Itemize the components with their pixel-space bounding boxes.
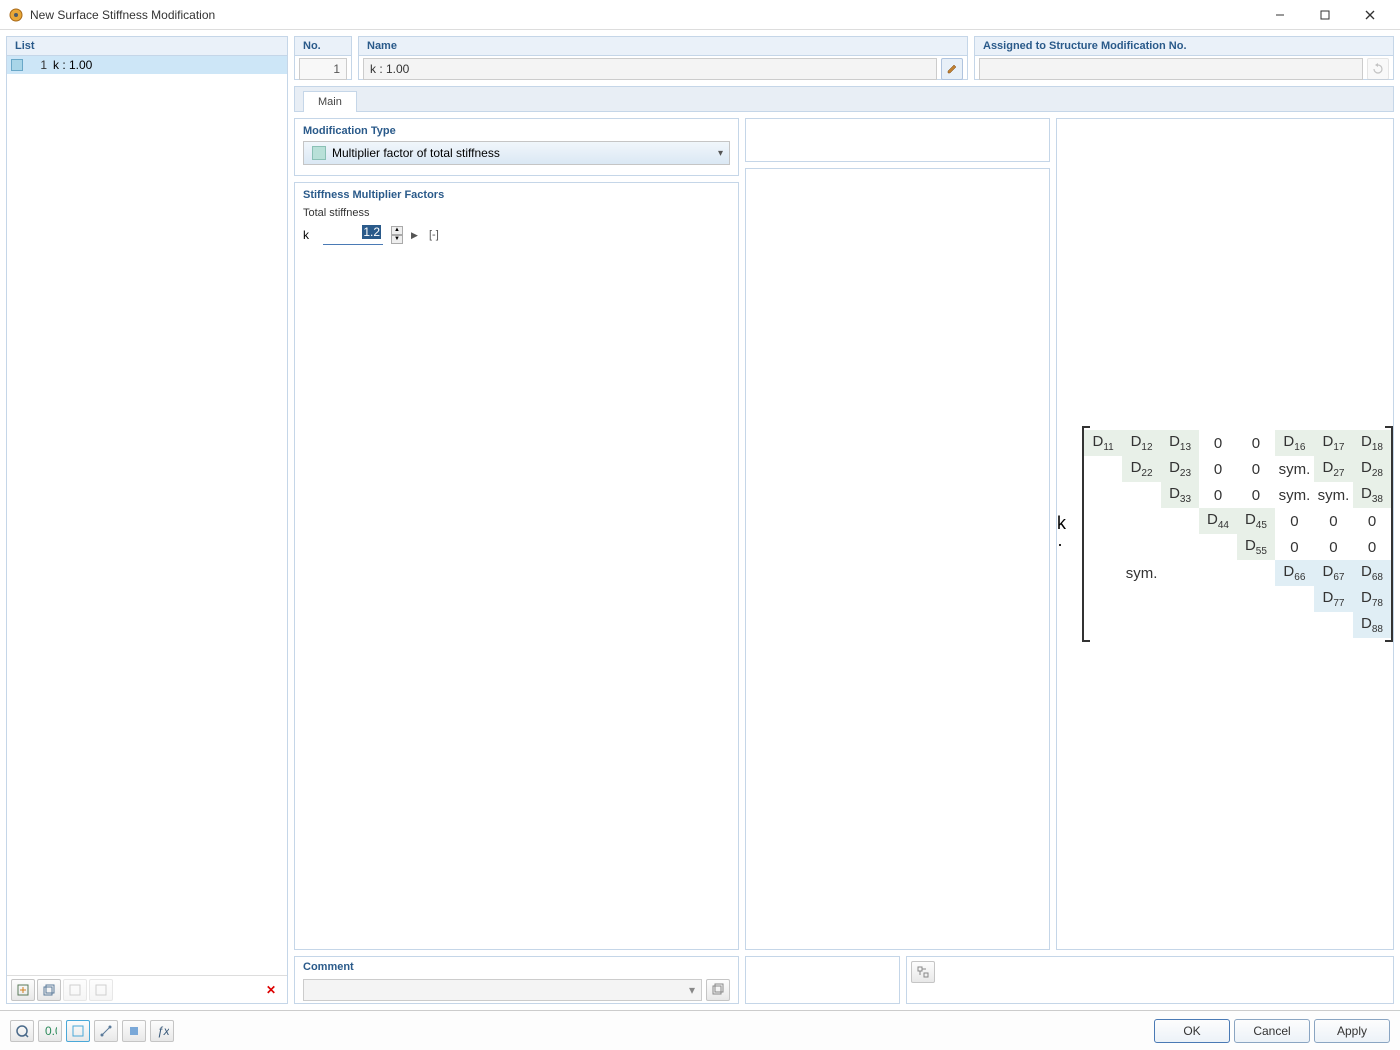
modification-type-value: Multiplier factor of total stiffness xyxy=(332,146,500,160)
minimize-button[interactable] xyxy=(1257,0,1302,30)
assigned-input[interactable] xyxy=(979,58,1363,80)
ok-button[interactable]: OK xyxy=(1154,1019,1230,1043)
svg-text:ƒx: ƒx xyxy=(157,1024,169,1038)
bottom-toolbar: 0.00 ƒx OK Cancel Apply xyxy=(0,1010,1400,1050)
assigned-label: Assigned to Structure Modification No. xyxy=(975,37,1393,56)
comment-empty-1 xyxy=(745,956,900,1004)
script-button[interactable]: ƒx xyxy=(150,1020,174,1042)
comment-library-button[interactable] xyxy=(706,979,730,1001)
stiffness-factors-box: Stiffness Multiplier Factors Total stiff… xyxy=(294,182,739,950)
number-box: No. xyxy=(294,36,352,80)
k-play-icon[interactable]: ▶ xyxy=(411,230,421,241)
view-button-2[interactable] xyxy=(94,1020,118,1042)
toolbar-button-3 xyxy=(63,979,87,1001)
list-item-label: k : 1.00 xyxy=(53,58,92,72)
tab-main[interactable]: Main xyxy=(303,91,357,112)
k-input[interactable]: 1.2 xyxy=(323,225,383,245)
k-label: k xyxy=(303,228,315,242)
view-button-3[interactable] xyxy=(122,1020,146,1042)
list-area[interactable]: 1 k : 1.00 xyxy=(7,56,287,975)
k-spinner[interactable]: ▲▼ xyxy=(391,226,403,244)
svg-text:0.00: 0.00 xyxy=(45,1024,57,1038)
tab-strip: Main xyxy=(294,86,1394,112)
list-header: List xyxy=(7,37,287,56)
toolbar-button-4 xyxy=(89,979,113,1001)
new-item-button[interactable] xyxy=(11,979,35,1001)
name-input[interactable] xyxy=(363,58,937,80)
list-toolbar: ✕ xyxy=(7,975,287,1003)
empty-panel-top xyxy=(745,118,1050,162)
units-button[interactable]: 0.00 xyxy=(38,1020,62,1042)
delete-item-button[interactable]: ✕ xyxy=(259,979,283,1001)
list-item[interactable]: 1 k : 1.00 xyxy=(7,56,287,74)
edit-name-button[interactable] xyxy=(941,58,963,80)
comment-empty-2 xyxy=(906,956,1394,1004)
comment-box: Comment ▾ xyxy=(294,956,739,1004)
k-unit: [-] xyxy=(429,229,439,241)
close-button[interactable] xyxy=(1347,0,1392,30)
modification-type-label: Modification Type xyxy=(303,125,730,137)
app-icon xyxy=(8,7,24,23)
empty-panel-main xyxy=(745,168,1050,950)
modification-type-combo[interactable]: Multiplier factor of total stiffness ▾ xyxy=(303,141,730,165)
stiffness-matrix: D11D12D1300D16D17D18D22D2300sym.D27D28D3… xyxy=(1082,426,1393,642)
total-stiffness-label: Total stiffness xyxy=(303,207,730,219)
number-input[interactable] xyxy=(299,58,347,80)
apply-button[interactable]: Apply xyxy=(1314,1019,1390,1043)
assigned-box: Assigned to Structure Modification No. xyxy=(974,36,1394,80)
comment-combo[interactable]: ▾ xyxy=(303,979,702,1001)
list-item-number: 1 xyxy=(27,58,47,72)
number-label: No. xyxy=(295,37,351,56)
matrix-prefix: k · xyxy=(1057,513,1076,555)
cancel-button[interactable]: Cancel xyxy=(1234,1019,1310,1043)
name-label: Name xyxy=(359,37,967,56)
name-box: Name xyxy=(358,36,968,80)
help-button[interactable] xyxy=(10,1020,34,1042)
matrix-preview-panel: k · D11D12D1300D16D17D18D22D2300sym.D27D… xyxy=(1056,118,1394,950)
preview-settings-button[interactable] xyxy=(911,961,935,983)
window-title: New Surface Stiffness Modification xyxy=(30,8,1257,22)
chevron-down-icon: ▾ xyxy=(689,983,695,997)
copy-item-button[interactable] xyxy=(37,979,61,1001)
list-panel: List 1 k : 1.00 ✕ xyxy=(6,36,288,1004)
refresh-assign-button[interactable] xyxy=(1367,58,1389,80)
view-button-1[interactable] xyxy=(66,1020,90,1042)
comment-label: Comment xyxy=(303,961,730,973)
chevron-down-icon: ▾ xyxy=(718,148,723,159)
maximize-button[interactable] xyxy=(1302,0,1347,30)
stiffness-factors-label: Stiffness Multiplier Factors xyxy=(303,189,730,201)
titlebar: New Surface Stiffness Modification xyxy=(0,0,1400,30)
list-item-marker-icon xyxy=(11,59,23,71)
modification-type-box: Modification Type Multiplier factor of t… xyxy=(294,118,739,176)
